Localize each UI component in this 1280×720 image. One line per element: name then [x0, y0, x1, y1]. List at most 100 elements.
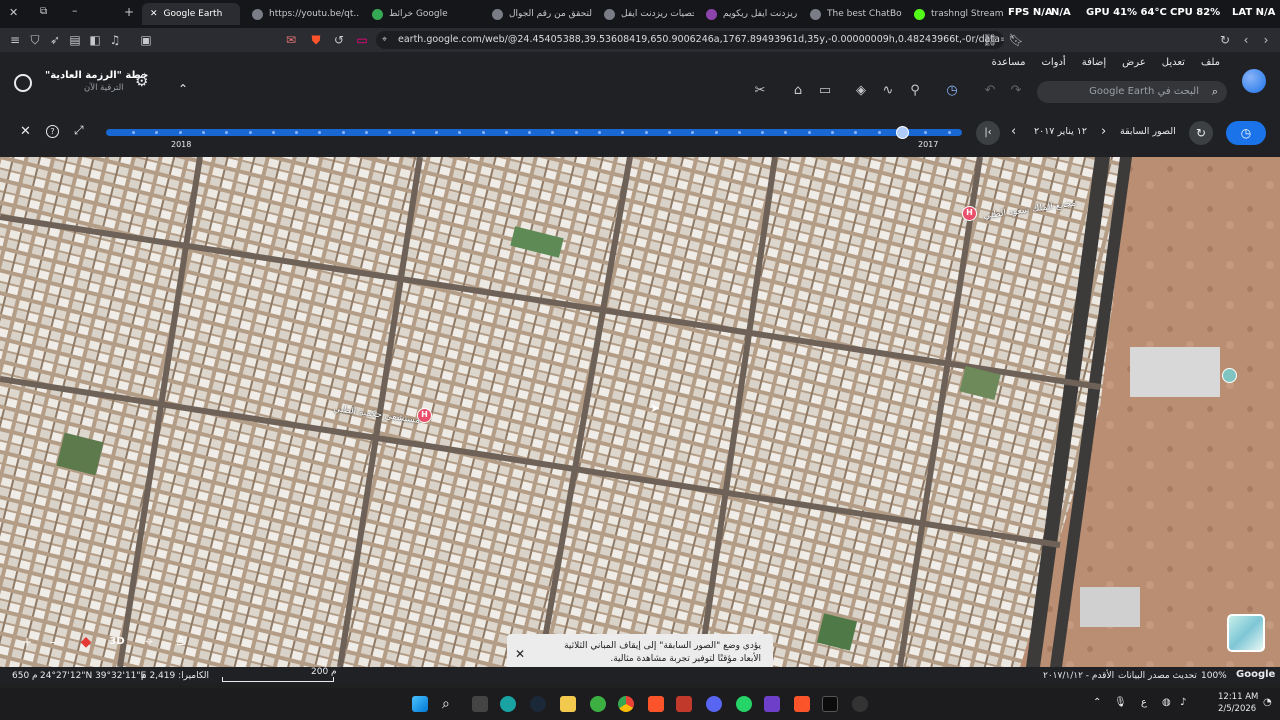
timeline-tick[interactable]: [318, 131, 322, 134]
historical-imagery-icon[interactable]: ◷: [944, 83, 960, 99]
measure-disabled-icon[interactable]: ✂: [752, 83, 768, 99]
timeline-tick[interactable]: [178, 131, 182, 134]
history-icon[interactable]: ▣: [138, 32, 154, 48]
timeline-tick[interactable]: [411, 131, 415, 134]
search-icon[interactable]: ⌕: [1212, 81, 1218, 103]
timeline-tick[interactable]: [574, 131, 578, 134]
share-icon[interactable]: ⛓: [982, 32, 998, 48]
new-tab-icon[interactable]: +: [124, 5, 134, 19]
timeline-tick[interactable]: [807, 131, 811, 134]
timeline-tick[interactable]: [388, 131, 392, 134]
menu-edit[interactable]: تعديل: [1162, 57, 1185, 68]
menu-icon[interactable]: ≡: [7, 32, 23, 48]
brave-shield-icon[interactable]: ⛊: [308, 32, 324, 48]
close-window-icon[interactable]: ✕: [9, 6, 18, 19]
whatsapp-icon[interactable]: [736, 696, 752, 712]
reload-alt-icon[interactable]: ↺: [331, 32, 347, 48]
timeline-tick[interactable]: [248, 131, 252, 134]
refresh-icon[interactable]: ↻: [1217, 32, 1233, 48]
poi-marker-icon[interactable]: [1222, 368, 1237, 383]
timeline-handle[interactable]: [896, 126, 910, 139]
next-date-icon[interactable]: ›: [1101, 124, 1106, 139]
timeline-tick[interactable]: [458, 131, 462, 134]
timeline-tick[interactable]: [831, 131, 834, 134]
undo-icon[interactable]: ↶: [982, 83, 998, 99]
timeline-slider[interactable]: [106, 126, 962, 139]
menu-view[interactable]: عرض: [1122, 57, 1146, 68]
settings-icon[interactable]: ⚙: [135, 72, 148, 90]
timeline-tick[interactable]: [667, 131, 671, 134]
compass-icon[interactable]: ◆: [76, 632, 96, 652]
timeline-tick[interactable]: [225, 131, 229, 134]
redo-icon[interactable]: ↷: [1008, 83, 1024, 99]
timeline-tick[interactable]: [714, 131, 718, 134]
upgrade-link[interactable]: الترقية الآن: [84, 83, 124, 93]
collapse-icon[interactable]: ⌃: [178, 82, 188, 96]
timeline-tick[interactable]: [271, 131, 275, 134]
tab-chatbot[interactable]: The best ChatBot an: [802, 3, 902, 25]
clock-date[interactable]: 2/5/2026: [1218, 704, 1256, 714]
leo-icon[interactable]: ▭: [354, 32, 370, 48]
tab-phone-verify[interactable]: التحقق من رقم الجوال: [484, 3, 592, 25]
edge-icon[interactable]: [500, 696, 516, 712]
timeline-tick[interactable]: [132, 131, 135, 134]
streetview-icon[interactable]: ⌂: [790, 83, 806, 99]
menu-add[interactable]: إضافة: [1082, 57, 1106, 68]
layers-icon[interactable]: ◈: [853, 83, 869, 99]
menu-file[interactable]: ملف: [1201, 57, 1220, 68]
github-icon[interactable]: [852, 696, 868, 712]
timeline-tick[interactable]: [784, 131, 788, 134]
timeline-tick[interactable]: [621, 131, 625, 134]
tab-youtube[interactable]: https://youtu.be/qt...: [244, 3, 360, 25]
chrome-icon[interactable]: [618, 696, 634, 712]
close-timeline-icon[interactable]: ✕: [20, 124, 31, 139]
account-avatar[interactable]: [1242, 69, 1266, 93]
music-icon[interactable]: ♫: [107, 32, 123, 48]
timeline-tick[interactable]: [877, 131, 881, 134]
timeline-tick[interactable]: [341, 131, 345, 134]
wallet-icon[interactable]: ▤: [67, 32, 83, 48]
my-location-icon[interactable]: ⌖: [139, 632, 159, 652]
notification-bell-icon[interactable]: ◔: [1263, 697, 1272, 708]
timeline-tick[interactable]: [854, 131, 858, 134]
historical-imagery-toggle[interactable]: ◷: [1226, 121, 1266, 145]
network-icon[interactable]: ◍: [1162, 697, 1171, 708]
timeline-tick[interactable]: [201, 131, 205, 134]
timeline-tick[interactable]: [365, 131, 368, 134]
timeline-tick[interactable]: [504, 131, 508, 134]
previous-date-icon[interactable]: ‹: [1011, 124, 1016, 139]
game-app-icon[interactable]: [676, 696, 692, 712]
layers-thumbnail[interactable]: [1227, 614, 1265, 652]
timeline-tick[interactable]: [947, 131, 951, 134]
minimize-icon[interactable]: –: [72, 4, 78, 17]
timeline-tick[interactable]: [481, 131, 485, 134]
timeline-tick[interactable]: [924, 131, 928, 134]
timeline-tick[interactable]: [598, 131, 601, 134]
reset-button[interactable]: ↻: [1189, 121, 1213, 145]
address-bar[interactable]: ⌖ earth.google.com/web/@24.45405388,39.5…: [376, 31, 1004, 49]
timeline-tick[interactable]: [155, 131, 159, 134]
timeline-tick[interactable]: [737, 131, 741, 134]
path-icon[interactable]: ∿: [880, 83, 896, 99]
steam-icon[interactable]: [530, 696, 546, 712]
toggle-3d-button[interactable]: 3D: [107, 632, 127, 652]
brave-icon[interactable]: [648, 696, 664, 712]
toast-close-icon[interactable]: ✕: [515, 648, 525, 661]
tab-google-earth[interactable]: ✕ Google Earth: [142, 3, 240, 25]
forward-icon[interactable]: ›: [1258, 32, 1274, 48]
pegman-icon[interactable]: ♙: [171, 632, 191, 652]
grid-app-icon[interactable]: [764, 696, 780, 712]
site-info-icon[interactable]: ⌖: [382, 31, 387, 49]
data-source-link[interactable]: تحديث مصدر البيانات: [1118, 671, 1197, 681]
menu-help[interactable]: مساعدة: [992, 57, 1026, 68]
ruler-icon[interactable]: ▭: [817, 83, 833, 99]
task-view-icon[interactable]: [472, 696, 488, 712]
close-tab-icon[interactable]: ✕: [150, 9, 158, 19]
timeline-tick[interactable]: [528, 131, 532, 134]
hospital-marker-icon[interactable]: H: [962, 206, 977, 221]
tab-trashngl-stream[interactable]: trashngl Stream - W: [906, 3, 1006, 25]
sidebar-icon[interactable]: ◧: [87, 32, 103, 48]
placemark-icon[interactable]: ⚲: [907, 83, 923, 99]
earth-search-input[interactable]: البحث في Google Earth ⌕: [1037, 81, 1227, 103]
zoom-in-icon[interactable]: +: [17, 632, 37, 652]
